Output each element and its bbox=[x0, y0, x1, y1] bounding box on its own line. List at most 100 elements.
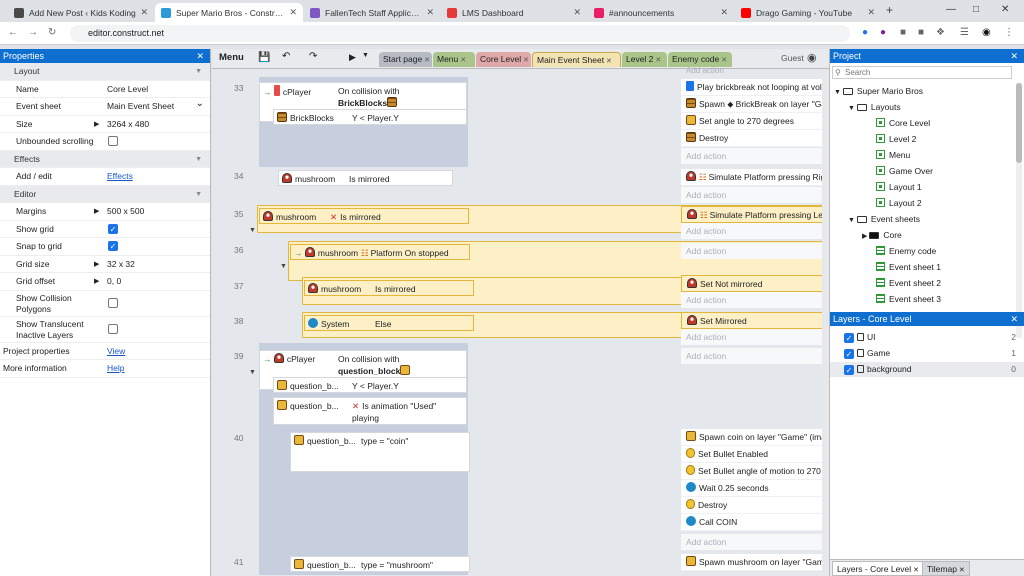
chevron-down-icon[interactable]: ▼ bbox=[195, 186, 202, 203]
add-action-link[interactable]: Add action bbox=[686, 66, 724, 76]
close-icon[interactable]: ✕ bbox=[653, 57, 661, 64]
media-icon[interactable]: ☰ bbox=[960, 27, 969, 38]
close-icon[interactable]: ✕ bbox=[196, 49, 204, 63]
checkbox[interactable] bbox=[108, 323, 118, 334]
layer-row[interactable]: ✓ Game 1 bbox=[830, 346, 1024, 361]
browser-tab[interactable]: FallenTech Staff Applications ✕ bbox=[304, 3, 440, 22]
user-icon[interactable]: ◉ bbox=[807, 51, 817, 64]
event-condition[interactable]: type = "coin" bbox=[361, 435, 469, 447]
tree-item-event-sheet-1[interactable]: Event sheet 1 bbox=[862, 259, 941, 275]
event-object-cell[interactable]: BrickBlocks Y < Player.Y bbox=[273, 109, 467, 125]
layer-row[interactable]: ✓ UI 2 bbox=[830, 330, 1024, 345]
close-icon[interactable]: ✕ bbox=[521, 57, 529, 64]
close-icon[interactable]: ✕ bbox=[867, 7, 875, 18]
close-icon[interactable]: ✕ bbox=[719, 57, 727, 64]
collapse-icon[interactable]: ▶ bbox=[862, 233, 869, 240]
extension-icon[interactable]: ■ bbox=[918, 27, 924, 38]
visibility-checkbox[interactable]: ✓ bbox=[844, 332, 854, 343]
tree-item-game-over[interactable]: Game Over bbox=[862, 163, 933, 179]
event-condition[interactable]: Is mirrored bbox=[375, 283, 473, 295]
chevron-down-icon[interactable]: ▼ bbox=[362, 52, 369, 59]
tree-item-enemy-code[interactable]: Enemy code bbox=[862, 243, 936, 259]
kebab-menu-icon[interactable]: ⋮ bbox=[1004, 27, 1014, 38]
scrollbar[interactable] bbox=[822, 69, 829, 576]
expand-icon[interactable]: ▶ bbox=[94, 256, 99, 273]
event-object-cell[interactable]: question_b... type = "mushroom" bbox=[290, 556, 470, 572]
puzzle-icon[interactable]: ❖ bbox=[936, 27, 945, 38]
property-row[interactable]: Event sheet Main Event Sheet ⌄ bbox=[0, 98, 210, 116]
event-object-cell[interactable]: question_b... Y < Player.Y bbox=[273, 377, 467, 393]
tree-item-layout-2[interactable]: Layout 2 bbox=[862, 195, 922, 211]
url-field[interactable]: editor.construct.net bbox=[70, 25, 850, 42]
property-row[interactable]: Unbounded scrolling bbox=[0, 133, 210, 151]
extension-icon[interactable]: ■ bbox=[900, 27, 906, 38]
browser-tab[interactable]: Super Mario Bros - Construct ✕ bbox=[155, 3, 303, 22]
avatar[interactable]: ◉ bbox=[982, 27, 991, 38]
property-row[interactable]: More information Help bbox=[0, 360, 210, 378]
save-icon[interactable]: 💾 bbox=[258, 52, 270, 63]
redo-icon[interactable]: ↷ bbox=[309, 51, 317, 62]
undo-icon[interactable]: ↶ bbox=[282, 51, 290, 62]
browser-tab[interactable]: LMS Dashboard ✕ bbox=[441, 3, 587, 22]
lock-icon[interactable] bbox=[857, 365, 864, 373]
event-object-cell[interactable]: question_b... type = "coin" bbox=[290, 432, 470, 472]
collapse-icon[interactable]: ▼ bbox=[249, 369, 256, 376]
reload-icon[interactable]: ↻ bbox=[48, 27, 56, 38]
property-row[interactable]: Show Translucent Inactive Layers bbox=[0, 317, 210, 343]
layer-row[interactable]: ✓ background 0 bbox=[830, 362, 1024, 377]
close-icon[interactable]: ✕ bbox=[458, 57, 466, 64]
close-icon[interactable]: ✕ bbox=[911, 567, 919, 574]
expand-icon[interactable]: ▶ bbox=[94, 203, 99, 220]
event-object-cell[interactable]: mushroom Is mirrored bbox=[304, 280, 474, 296]
close-icon[interactable]: ✕ bbox=[720, 7, 728, 18]
event-condition[interactable]: Else bbox=[375, 318, 473, 330]
close-icon[interactable]: ✕ bbox=[957, 567, 965, 574]
close-icon[interactable]: ✕ bbox=[426, 7, 434, 18]
tab-menu[interactable]: Menu ✕ bbox=[433, 52, 475, 67]
browser-tab[interactable]: #announcements ✕ bbox=[588, 3, 734, 22]
checkbox[interactable]: ✓ bbox=[108, 223, 118, 234]
lock-icon[interactable] bbox=[857, 333, 864, 341]
back-icon[interactable]: ← bbox=[8, 27, 18, 38]
condition-text[interactable]: Y < Player.Y bbox=[352, 380, 399, 392]
tab-main-event-sheet[interactable]: Main Event Sheet ✕ bbox=[532, 52, 621, 67]
property-value[interactable]: Main Event Sheet bbox=[107, 98, 174, 115]
browser-tab[interactable]: Add New Post ‹ Kids Koding ✕ bbox=[8, 3, 154, 22]
scrollbar-thumb[interactable] bbox=[1016, 83, 1022, 163]
play-icon[interactable]: ▶ bbox=[349, 52, 356, 63]
property-row[interactable]: Grid offset 0, 0 ▶ bbox=[0, 273, 210, 291]
property-row[interactable]: Show Collision Polygons bbox=[0, 291, 210, 317]
property-link[interactable]: Help bbox=[107, 360, 124, 377]
property-row[interactable]: Size 3264 x 480 ▶ bbox=[0, 116, 210, 133]
expand-icon[interactable]: ▼ bbox=[848, 105, 857, 112]
event-object-cell[interactable]: → mushroom ☷ Platform On stopped bbox=[290, 244, 470, 260]
tree-item-event-sheet-2[interactable]: Event sheet 2 bbox=[862, 275, 941, 291]
forward-icon[interactable]: → bbox=[28, 27, 38, 38]
extension-icon[interactable]: ● bbox=[862, 27, 868, 38]
expand-icon[interactable]: ▼ bbox=[834, 89, 843, 96]
collapse-icon[interactable]: ▼ bbox=[249, 227, 256, 234]
browser-tab[interactable]: Drago Gaming - YouTube ✕ bbox=[735, 3, 881, 22]
close-icon[interactable]: ✕ bbox=[140, 7, 148, 18]
expand-icon[interactable]: ▶ bbox=[94, 273, 99, 290]
event-condition[interactable]: On collision with question_block bbox=[338, 353, 474, 377]
checkbox[interactable]: ✓ bbox=[108, 241, 118, 251]
event-object-cell[interactable]: System Else bbox=[304, 315, 474, 331]
property-link[interactable]: Effects bbox=[107, 168, 133, 185]
tab-enemy-code[interactable]: Enemy code ✕ bbox=[668, 52, 732, 67]
tab-start-page[interactable]: Start page ✕ bbox=[379, 52, 432, 67]
collapse-icon[interactable]: ▼ bbox=[280, 263, 287, 270]
event-object-cell[interactable]: question_b... ✕ Is animation "Used" playin… bbox=[273, 397, 467, 425]
condition-text[interactable]: Y < Player.Y bbox=[352, 112, 399, 124]
event-condition[interactable]: Is mirrored bbox=[349, 173, 452, 185]
condition-text[interactable]: ✕ Is animation "Used" playing bbox=[352, 400, 452, 424]
tree-item-menu[interactable]: Menu bbox=[862, 147, 910, 163]
event-condition[interactable]: ☷ Platform On stopped bbox=[361, 247, 469, 259]
property-row[interactable]: Snap to grid ✓ bbox=[0, 238, 210, 256]
tab-level-2[interactable]: Level 2 ✕ bbox=[622, 52, 667, 67]
minimize-icon[interactable]: — bbox=[946, 4, 956, 15]
event-condition[interactable]: On collision with BrickBlocks bbox=[338, 85, 474, 109]
tab-tilemap[interactable]: Tilemap ✕ bbox=[922, 561, 970, 576]
close-icon[interactable]: ✕ bbox=[1010, 312, 1018, 326]
chevron-down-icon[interactable]: ▼ bbox=[195, 63, 202, 80]
